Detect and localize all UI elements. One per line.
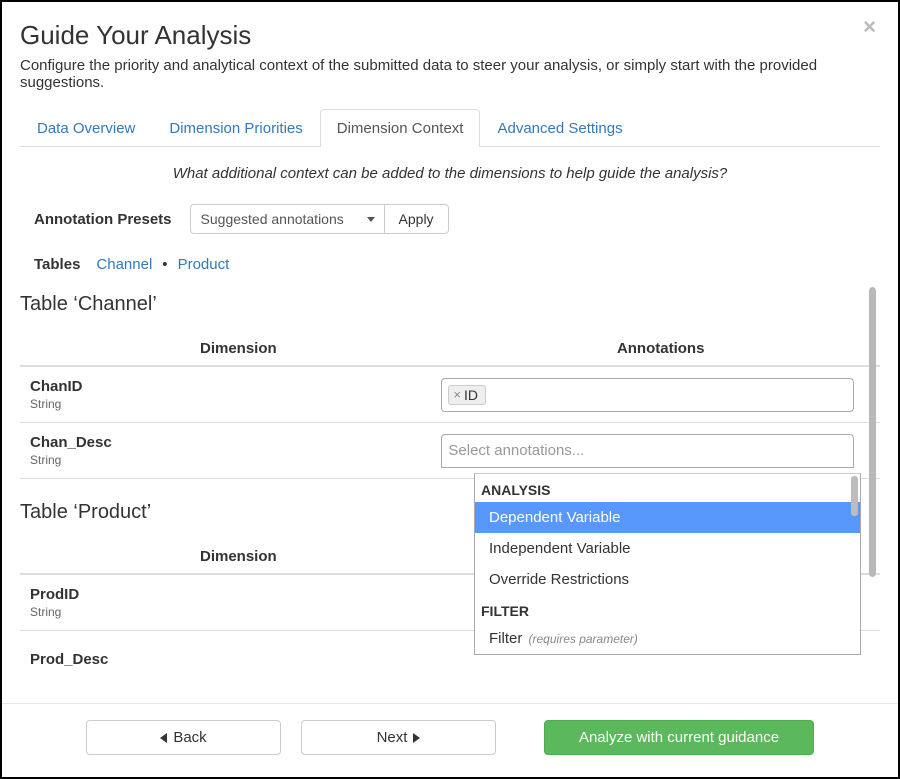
scrollbar[interactable] bbox=[869, 287, 876, 577]
next-button[interactable]: Next bbox=[301, 720, 496, 755]
back-button[interactable]: Back bbox=[86, 720, 281, 755]
table-link-product[interactable]: Product bbox=[178, 256, 230, 273]
dimension-type: String bbox=[30, 605, 441, 619]
page-subtitle: Configure the priority and analytical co… bbox=[20, 57, 880, 91]
table-link-separator: • bbox=[162, 256, 167, 273]
tab-dimension-priorities[interactable]: Dimension Priorities bbox=[152, 109, 319, 147]
dimension-type: String bbox=[30, 397, 441, 411]
scroll-area: Table ‘Channel’ Dimension Annotations Ch… bbox=[20, 287, 880, 703]
table-heading-channel: Table ‘Channel’ bbox=[20, 293, 880, 316]
dropdown-option-filter-label: Filter bbox=[489, 630, 522, 647]
tab-data-overview[interactable]: Data Overview bbox=[20, 109, 152, 147]
dropdown-group-analysis: ANALYSIS bbox=[475, 474, 860, 502]
context-question: What additional context can be added to … bbox=[20, 165, 880, 182]
table-row: Chan_Desc String Select annotations... bbox=[20, 423, 880, 479]
footer: Back Next Analyze with current guidance bbox=[2, 703, 898, 777]
next-button-label: Next bbox=[377, 729, 408, 746]
table-link-channel[interactable]: Channel bbox=[96, 256, 152, 273]
back-button-label: Back bbox=[173, 729, 206, 746]
dropdown-option-filter-hint: (requires parameter) bbox=[529, 632, 638, 646]
annotations-placeholder: Select annotations... bbox=[448, 442, 584, 459]
annotations-input-chandesc[interactable]: Select annotations... bbox=[441, 434, 854, 468]
presets-select[interactable]: Suggested annotations bbox=[190, 204, 385, 234]
page-title: Guide Your Analysis bbox=[20, 20, 880, 51]
column-header-annotations: Annotations bbox=[441, 340, 880, 357]
dimension-name: ChanID bbox=[30, 378, 441, 395]
dropdown-group-filter: FILTER bbox=[475, 595, 860, 623]
analyze-button[interactable]: Analyze with current guidance bbox=[544, 720, 814, 755]
dimension-name: Chan_Desc bbox=[30, 434, 441, 451]
dropdown-option-filter[interactable]: Filter (requires parameter) bbox=[475, 623, 860, 654]
tables-label: Tables bbox=[34, 256, 80, 273]
annotation-dropdown: ANALYSIS Dependent Variable Independent … bbox=[474, 473, 861, 655]
annotations-input-chanid[interactable]: × ID bbox=[441, 378, 854, 412]
column-header-dimension: Dimension bbox=[20, 548, 441, 565]
annotation-tag: × ID bbox=[448, 385, 486, 405]
dropdown-option-dependent[interactable]: Dependent Variable bbox=[475, 502, 860, 533]
tab-dimension-context[interactable]: Dimension Context bbox=[320, 109, 481, 147]
dropdown-option-independent[interactable]: Independent Variable bbox=[475, 533, 860, 564]
dimension-name: ProdID bbox=[30, 586, 441, 603]
dropdown-option-override[interactable]: Override Restrictions bbox=[475, 564, 860, 595]
presets-label: Annotation Presets bbox=[20, 211, 172, 228]
dimension-type: String bbox=[30, 453, 441, 467]
remove-tag-icon[interactable]: × bbox=[453, 387, 461, 402]
apply-button[interactable]: Apply bbox=[385, 204, 449, 234]
dimension-name: Prod_Desc bbox=[30, 651, 441, 668]
close-icon[interactable]: × bbox=[863, 16, 876, 38]
dropdown-scrollbar[interactable] bbox=[851, 476, 858, 516]
column-header-dimension: Dimension bbox=[20, 340, 441, 357]
annotation-tag-label: ID bbox=[464, 387, 478, 403]
chevron-left-icon bbox=[160, 733, 167, 743]
chevron-right-icon bbox=[413, 733, 420, 743]
tab-advanced-settings[interactable]: Advanced Settings bbox=[480, 109, 639, 147]
table-row: ChanID String × ID bbox=[20, 367, 880, 423]
tabs: Data Overview Dimension Priorities Dimen… bbox=[20, 109, 880, 147]
